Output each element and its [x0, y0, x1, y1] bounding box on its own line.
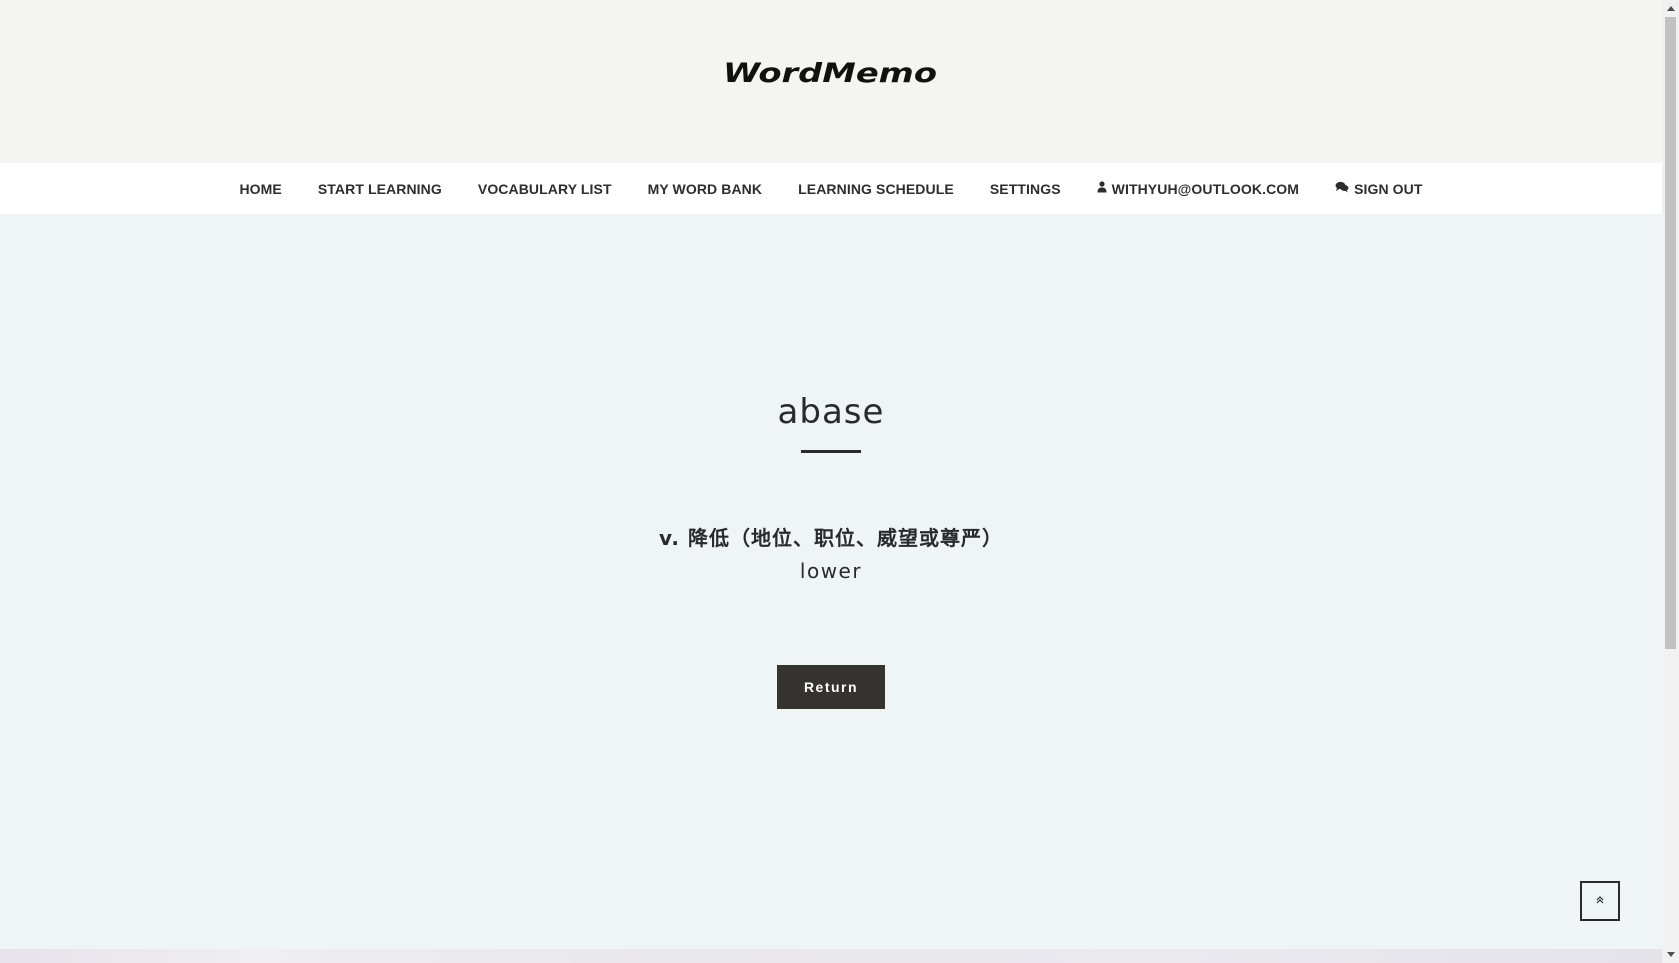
main-nav: HOME START LEARNING VOCABULARY LIST MY W…	[0, 163, 1662, 214]
footer-image-strip	[0, 949, 1662, 963]
double-chevron-up-icon	[1595, 892, 1605, 910]
nav-item-my-word-bank[interactable]: MY WORD BANK	[648, 181, 763, 197]
nav-item-settings[interactable]: SETTINGS	[990, 181, 1061, 197]
nav-item-learning-schedule[interactable]: LEARNING SCHEDULE	[798, 181, 954, 197]
nav-item-start-learning[interactable]: START LEARNING	[318, 181, 442, 197]
nav-item-label: SIGN OUT	[1354, 180, 1423, 197]
nav-item-label: START LEARNING	[317, 180, 442, 197]
nav-item-label: SETTINGS	[989, 180, 1061, 197]
word-definition: v. 降低（地位、职位、威望或尊严）	[659, 526, 1003, 550]
word-synonym: lower	[799, 559, 863, 583]
nav-item-label: MY WORD BANK	[647, 180, 763, 197]
back-to-top-button[interactable]	[1580, 881, 1620, 921]
vertical-scrollbar[interactable]	[1662, 0, 1679, 963]
svg-text:WordMemo: WordMemo	[723, 62, 937, 86]
nav-item-sign-out[interactable]: SIGN OUT	[1335, 181, 1422, 197]
site-header: WordMemo	[0, 0, 1662, 163]
nav-item-label: WITHYUH@OUTLOOK.COM	[1111, 180, 1300, 197]
page: WordMemo HOME START LEARNING VOCABULARY …	[0, 0, 1662, 963]
nav-item-home[interactable]: HOME	[239, 181, 281, 197]
nav-item-label: LEARNING SCHEDULE	[798, 180, 954, 197]
user-icon	[1097, 181, 1107, 196]
comments-icon	[1335, 181, 1349, 196]
scrollbar-thumb[interactable]	[1665, 17, 1676, 649]
logo[interactable]: WordMemo	[0, 62, 1662, 112]
word-detail: abase v. 降低（地位、职位、威望或尊严） lower Return	[0, 214, 1662, 949]
word-term: abase	[777, 392, 885, 432]
scroll-down-arrow[interactable]	[1662, 946, 1679, 963]
return-button[interactable]: Return	[777, 665, 885, 709]
nav-item-vocabulary-list[interactable]: VOCABULARY LIST	[478, 181, 612, 197]
logo-wordmark: WordMemo	[723, 62, 937, 86]
nav-item-label: VOCABULARY LIST	[477, 180, 612, 197]
nav-item-label: HOME	[239, 180, 282, 197]
title-divider	[801, 450, 861, 453]
nav-item-account[interactable]: WITHYUH@OUTLOOK.COM	[1097, 181, 1299, 197]
scroll-up-arrow[interactable]	[1662, 0, 1679, 17]
